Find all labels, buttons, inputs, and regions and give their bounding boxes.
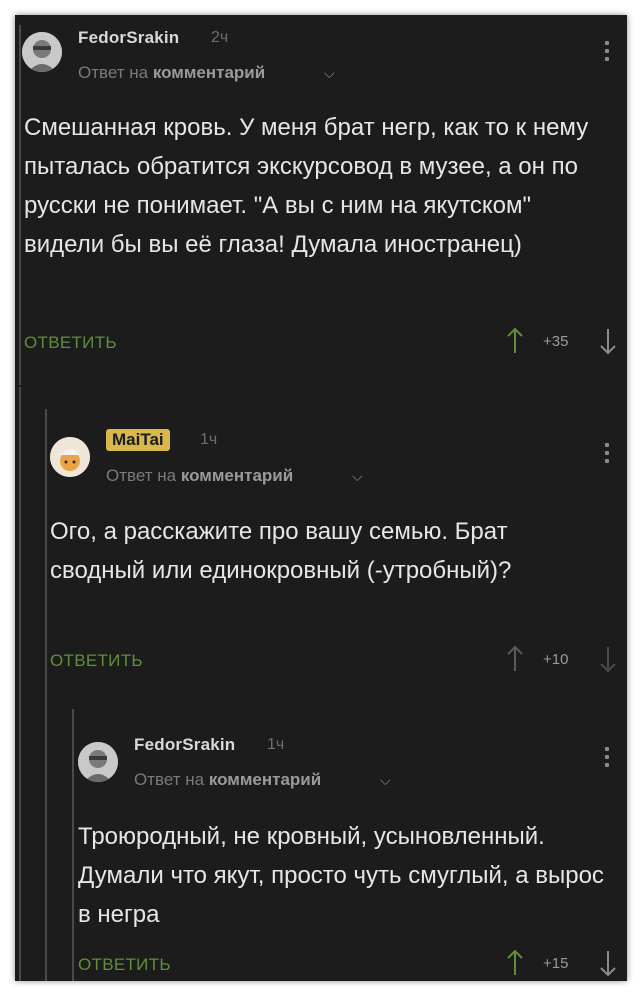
reply-to-label[interactable]: Ответ на комментарий <box>78 63 265 83</box>
score: +10 <box>543 651 569 668</box>
score: +15 <box>543 955 569 972</box>
reply-to-prefix: Ответ на <box>78 63 149 82</box>
arrow-down-icon[interactable] <box>598 327 618 355</box>
more-vertical-icon[interactable] <box>604 443 610 467</box>
comments-panel: FedorSrakin 2ч Ответ на комментарий ⌵ См… <box>15 15 627 981</box>
reply-button[interactable]: ОТВЕТИТЬ <box>78 955 171 975</box>
arrow-up-icon[interactable] <box>505 645 525 673</box>
comment-3: FedorSrakin 1ч Ответ на комментарий ⌵ Тр… <box>15 697 627 981</box>
timestamp: 1ч <box>267 736 285 753</box>
timestamp: 1ч <box>200 431 218 448</box>
avatar[interactable] <box>22 32 62 72</box>
username[interactable]: FedorSrakin <box>134 735 235 755</box>
comment-text: Троюродный, не кровный, усыновленный. Ду… <box>78 823 604 928</box>
comment-text: Ого, а расскажите про вашу семью. Брат с… <box>50 518 512 584</box>
more-vertical-icon[interactable] <box>604 41 610 65</box>
avatar[interactable] <box>78 742 118 782</box>
reply-to-target: комментарий <box>152 63 266 82</box>
reply-to-prefix: Ответ на <box>106 466 177 485</box>
comment-1: FedorSrakin 2ч Ответ на комментарий ⌵ См… <box>15 15 627 385</box>
thread-line <box>19 25 21 385</box>
thread-line <box>72 709 74 981</box>
reply-to-prefix: Ответ на <box>134 770 205 789</box>
username[interactable]: MaiTai <box>106 429 170 451</box>
arrow-down-icon[interactable] <box>598 949 618 977</box>
arrow-up-icon[interactable] <box>505 949 525 977</box>
reply-to-target: комментарий <box>208 770 322 789</box>
reply-button[interactable]: ОТВЕТИТЬ <box>50 651 143 671</box>
comment-text: Смешанная кровь. У меня брат негр, как т… <box>24 114 589 258</box>
chevron-down-icon[interactable]: ⌵ <box>380 772 391 789</box>
avatar[interactable] <box>50 437 90 477</box>
timestamp: 2ч <box>211 29 229 46</box>
reply-to-target: комментарий <box>180 466 294 485</box>
chevron-down-icon[interactable]: ⌵ <box>352 468 363 485</box>
arrow-up-icon[interactable] <box>505 327 525 355</box>
arrow-down-icon[interactable] <box>598 645 618 673</box>
more-vertical-icon[interactable] <box>604 747 610 771</box>
reply-button[interactable]: ОТВЕТИТЬ <box>24 333 117 353</box>
comment-2: MaiTai 1ч Ответ на комментарий ⌵ Ого, а … <box>15 387 627 981</box>
username[interactable]: FedorSrakin <box>78 28 179 48</box>
chevron-down-icon[interactable]: ⌵ <box>324 65 335 82</box>
reply-to-label[interactable]: Ответ на комментарий <box>106 466 293 486</box>
reply-to-label[interactable]: Ответ на комментарий <box>134 770 321 790</box>
score: +35 <box>543 333 569 350</box>
